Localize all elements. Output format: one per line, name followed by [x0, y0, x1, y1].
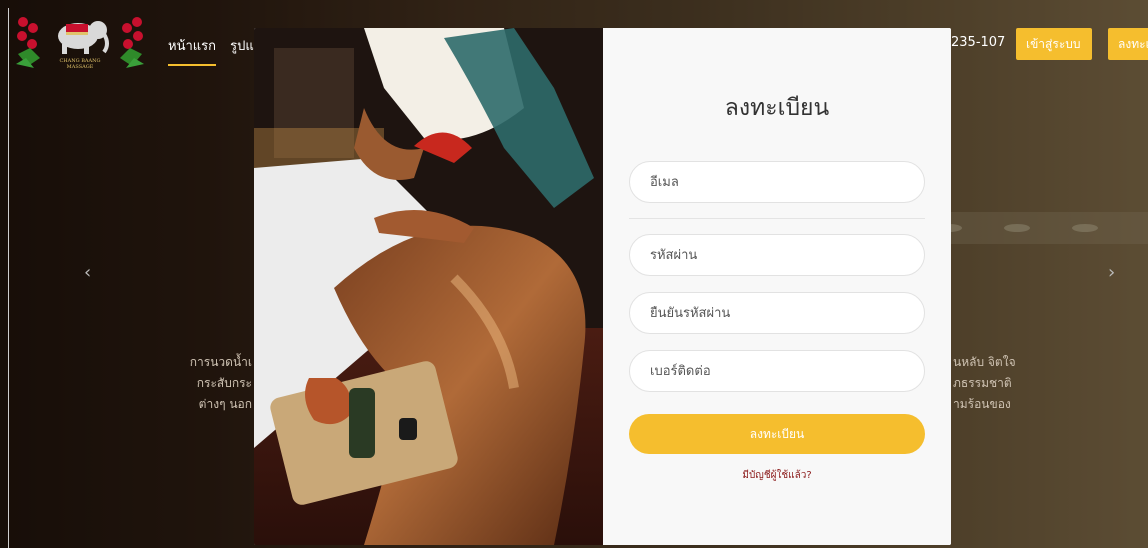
brand-name: CHANG BAANG MASSAGE	[59, 58, 101, 70]
have-account-link[interactable]: มีบัญชีผู้ใช้แล้ว?	[603, 468, 951, 483]
hero-right-line: ามร้อนของ	[953, 397, 1011, 411]
main-nav: หน้าแรก รูปแ	[168, 35, 264, 66]
massage-photo	[254, 28, 603, 545]
register-submit-button[interactable]: ลงทะเบียน	[629, 414, 925, 454]
site-logo[interactable]: CHANG BAANG MASSAGE	[14, 12, 146, 74]
password-field[interactable]	[629, 234, 925, 276]
hero-right-line: นหลับ จิตใจ	[953, 355, 1016, 369]
flower-decoration-right-icon	[120, 17, 144, 68]
email-field[interactable]	[629, 161, 925, 203]
register-button[interactable]: ลงทะเ	[1108, 28, 1148, 60]
login-button[interactable]: เข้าสู่ระบบ	[1016, 28, 1092, 60]
nav-item-gallery[interactable]: รูปแ	[230, 35, 254, 56]
register-title: ลงทะเบียน	[724, 95, 830, 121]
elephant-icon	[58, 21, 109, 54]
hero-left-line: ต่างๆ นอก	[198, 397, 252, 411]
hero-left-line: การนวดน้ำเ	[189, 355, 252, 369]
register-form: ลงทะเบียน ลงทะเบียน มีบัญชีผู้ใช้แล้ว?	[603, 28, 951, 545]
form-divider	[629, 218, 925, 219]
hero-text-left: การนวดน้ำเ กระสับกระ ต่างๆ นอก	[190, 352, 252, 415]
carousel-next-icon[interactable]: ›	[1108, 262, 1115, 283]
register-modal: ลงทะเบียน ลงทะเบียน มีบัญชีผู้ใช้แล้ว?	[254, 28, 951, 545]
phone-number: 235-107	[951, 35, 1006, 50]
flower-decoration-left-icon	[16, 17, 40, 68]
hero-right-line: ภธรรมชาติ	[953, 376, 1012, 390]
hero-text-right: นหลับ จิตใจ ภธรรมชาติ ามร้อนของ	[953, 352, 1016, 415]
phone-field[interactable]	[629, 350, 925, 392]
carousel-prev-icon[interactable]: ‹	[84, 262, 91, 283]
nav-item-home[interactable]: หน้าแรก	[168, 35, 216, 66]
confirm-password-field[interactable]	[629, 292, 925, 334]
hero-left-line: กระสับกระ	[196, 376, 252, 390]
